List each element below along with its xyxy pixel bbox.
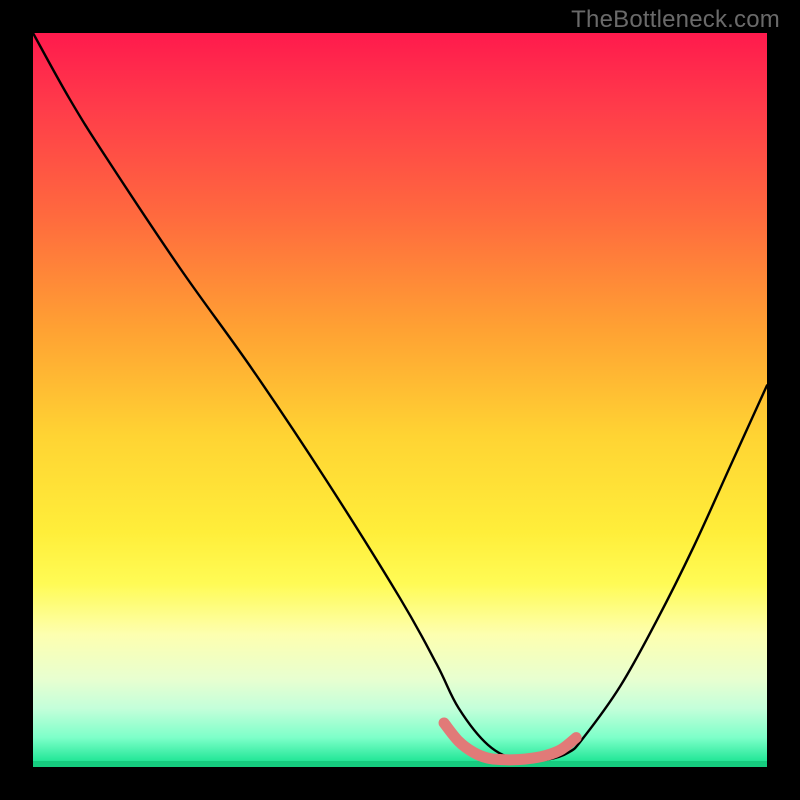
watermark-text: TheBottleneck.com (571, 6, 780, 34)
bottleneck-curve (33, 33, 767, 761)
plot-area (33, 33, 767, 767)
curve-layer (33, 33, 767, 767)
minimum-highlight (444, 723, 576, 760)
chart-frame: TheBottleneck.com (0, 0, 800, 800)
